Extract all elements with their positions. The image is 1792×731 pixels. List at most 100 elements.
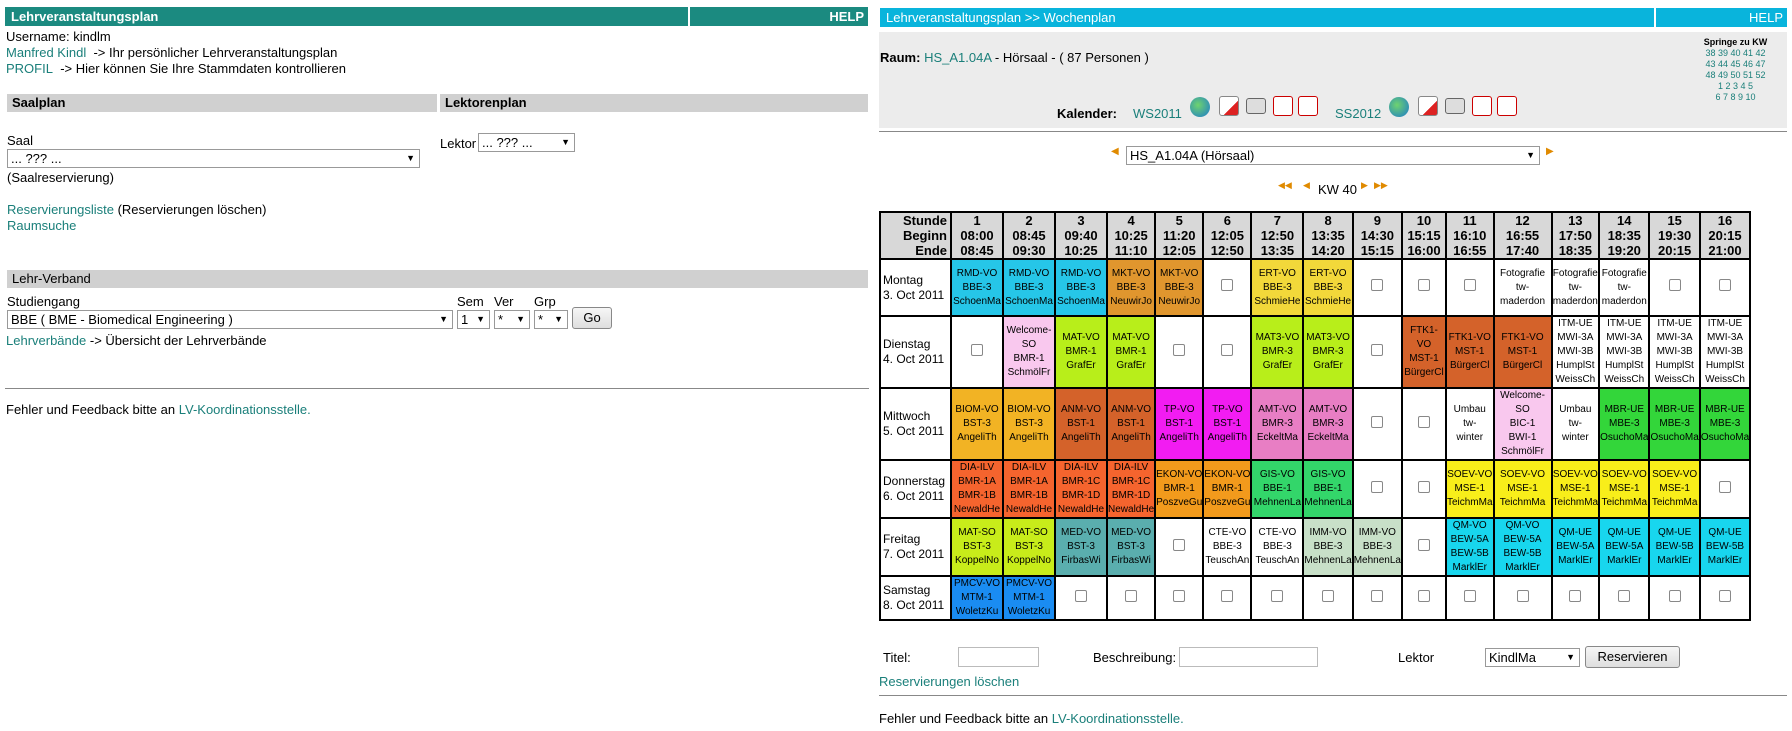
globe-icon[interactable]: [1190, 97, 1210, 117]
lecture-cell[interactable]: QM-UE BEW-5A MarklEr: [1598, 517, 1651, 577]
lektor-select[interactable]: ... ??? ... ▼: [478, 133, 575, 152]
lecture-cell[interactable]: DIA-ILV BMR-1C BMR-1D NewaldHe: [1105, 459, 1157, 519]
lecture-cell[interactable]: DIA-ILV BMR-1C BMR-1D NewaldHe: [1054, 459, 1108, 519]
reservierungen-loeschen-link[interactable]: Reservierungen löschen: [879, 674, 1019, 689]
saal-select[interactable]: ... ??? ... ▼: [7, 149, 420, 168]
feedback-link[interactable]: LV-Koordinationsstelle.: [179, 402, 311, 417]
lecture-cell[interactable]: FTK1-VO MST-1 BürgerCl: [1492, 315, 1553, 389]
lecture-cell[interactable]: FTK1-VO MST-1 BürgerCl: [1444, 315, 1495, 389]
reserve-checkbox[interactable]: [1173, 343, 1186, 356]
reserve-checkbox[interactable]: [1371, 279, 1384, 291]
left-help-button[interactable]: HELP: [690, 7, 868, 26]
lecture-cell[interactable]: Umbau tw-winter: [1444, 387, 1495, 461]
lecture-cell[interactable]: ERT-VO BBE-3 SchmieHe: [1302, 258, 1354, 317]
raum-link[interactable]: HS_A1.04A: [924, 50, 991, 65]
lecture-cell[interactable]: BIOM-VO BST-3 AngeliTh: [1002, 387, 1056, 461]
lecture-cell[interactable]: MAT-SO BST-3 KoppelNo: [950, 517, 1004, 577]
user-link[interactable]: Manfred Kindl: [6, 45, 86, 60]
last-week-icon[interactable]: ▶▶: [1374, 180, 1388, 191]
lecture-cell[interactable]: ITM-UE MWI-3A MWI-3B HumplSt WeissCh: [1598, 315, 1651, 389]
lecture-cell[interactable]: ITM-UE MWI-3A MWI-3B HumplSt WeissCh: [1648, 315, 1701, 389]
reservieren-button[interactable]: Reservieren: [1585, 646, 1680, 668]
reserve-checkbox[interactable]: [1417, 279, 1430, 291]
lecture-cell[interactable]: QM-UE BEW-5B MarklEr: [1648, 517, 1701, 577]
lecture-cell[interactable]: SOEV-VO MSE-1 TeichmMa: [1598, 459, 1651, 519]
right-help-button[interactable]: HELP: [1656, 8, 1787, 27]
lecture-cell[interactable]: MAT3-VO BMR-3 GrafEr: [1250, 315, 1305, 389]
lecture-cell[interactable]: ERT-VO BBE-3 SchmieHe: [1250, 258, 1305, 317]
edit-document-icon[interactable]: [1418, 96, 1438, 116]
reserve-checkbox[interactable]: [1371, 343, 1384, 356]
reserve-checkbox[interactable]: [1516, 589, 1529, 602]
lecture-cell[interactable]: PMCV-VO MTM-1 WoletzKu: [1002, 575, 1056, 621]
room-select[interactable]: HS_A1.04A (Hörsaal) ▼: [1126, 146, 1540, 165]
lecture-cell[interactable]: EKON-VO BMR-1 PoszveGu: [1154, 459, 1205, 519]
reserve-checkbox[interactable]: [1173, 589, 1186, 602]
next-room-arrow-icon[interactable]: ▶: [1546, 146, 1554, 157]
reserve-checkbox[interactable]: [971, 343, 983, 356]
lecture-cell[interactable]: MAT3-VO BMR-3 GrafEr: [1302, 315, 1354, 389]
reserve-checkbox[interactable]: [1417, 480, 1430, 493]
ws2011-link[interactable]: WS2011: [1133, 106, 1182, 121]
reserve-checkbox[interactable]: [1221, 343, 1234, 356]
lecture-cell[interactable]: MAT-VO BMR-1 GrafEr: [1105, 315, 1157, 389]
ver-select[interactable]: * ▼: [494, 310, 530, 329]
lecture-cell[interactable]: ITM-UE MWI-3A MWI-3B HumplSt WeissCh: [1698, 315, 1752, 389]
lecture-cell[interactable]: ANM-VO BST-1 AngeliTh: [1105, 387, 1157, 461]
reserve-checkbox[interactable]: [1463, 589, 1476, 602]
go-button[interactable]: Go: [572, 307, 612, 329]
titel-input[interactable]: [958, 647, 1039, 667]
reserve-checkbox[interactable]: [1221, 589, 1234, 602]
lecture-cell[interactable]: ITM-UE MWI-3A MWI-3B HumplSt WeissCh: [1550, 315, 1601, 389]
edit-document-icon[interactable]: [1219, 96, 1239, 116]
reserve-checkbox[interactable]: [1668, 279, 1681, 291]
lecture-cell[interactable]: TP-VO BST-1 AngeliTh: [1154, 387, 1205, 461]
grp-select[interactable]: * ▼: [534, 310, 568, 329]
ss2012-link[interactable]: SS2012: [1335, 106, 1381, 121]
lecture-cell[interactable]: GIS-VO BBE-1 MehnenLa: [1250, 459, 1305, 519]
studiengang-select[interactable]: BBE ( BME - Biomedical Engineering ) ▼: [7, 310, 453, 329]
lecture-cell[interactable]: IMM-VO BBE-3 MehnenLa: [1351, 517, 1403, 577]
reserve-checkbox[interactable]: [1075, 589, 1087, 602]
reserve-checkbox[interactable]: [1417, 538, 1430, 551]
lecture-cell[interactable]: Fotografie tw-maderdon: [1492, 258, 1553, 317]
first-week-icon[interactable]: ◀◀: [1278, 180, 1292, 191]
calendar-v2-icon[interactable]: [1497, 96, 1517, 116]
lecture-cell[interactable]: SOEV-VO MSE-1 TeichmMa: [1648, 459, 1701, 519]
reserve-checkbox[interactable]: [1719, 589, 1731, 602]
feedback-link[interactable]: LV-Koordinationsstelle.: [1052, 711, 1184, 726]
reserve-checkbox[interactable]: [1173, 538, 1186, 551]
lecture-cell[interactable]: QM-VO BEW-5A BEW-5B MarklEr: [1492, 517, 1553, 577]
lecture-cell[interactable]: AMT-VO BMR-3 EckeltMa: [1302, 387, 1354, 461]
lecture-cell[interactable]: PMCV-VO MTM-1 WoletzKu: [950, 575, 1004, 621]
calendar-v2-icon[interactable]: [1298, 96, 1318, 116]
reserve-checkbox[interactable]: [1322, 589, 1335, 602]
sem-select[interactable]: 1 ▼: [457, 310, 490, 329]
reservierungsliste-link[interactable]: Reservierungsliste: [7, 202, 114, 217]
calendar-v1-icon[interactable]: [1273, 96, 1293, 116]
lecture-cell[interactable]: Welcome-SO BIC-1 BWI-1 SchmölFr: [1492, 387, 1553, 461]
lecture-cell[interactable]: DIA-ILV BMR-1A BMR-1B NewaldHe: [1002, 459, 1056, 519]
prev-week-icon[interactable]: ◀: [1303, 180, 1310, 191]
lecture-cell[interactable]: Fotografie tw-maderdon: [1550, 258, 1601, 317]
reserve-checkbox[interactable]: [1125, 589, 1138, 602]
lecture-cell[interactable]: RMD-VO BBE-3 SchoenMa: [1054, 258, 1108, 317]
lecture-cell[interactable]: Welcome-SO BMR-1 SchmölFr: [1002, 315, 1056, 389]
reserve-checkbox[interactable]: [1618, 589, 1631, 602]
profil-link[interactable]: PROFIL: [6, 61, 53, 76]
globe-icon[interactable]: [1389, 97, 1409, 117]
kw-jump-row[interactable]: 6 7 8 9 10: [1688, 92, 1783, 103]
lecture-cell[interactable]: CTE-VO BBE-3 TeuschAn: [1202, 517, 1253, 577]
reserve-checkbox[interactable]: [1719, 279, 1731, 291]
lecture-cell[interactable]: DIA-ILV BMR-1A BMR-1B NewaldHe: [950, 459, 1004, 519]
lecture-cell[interactable]: Fotografie tw-maderdon: [1598, 258, 1651, 317]
lecture-cell[interactable]: MBR-UE MBE-3 OsuchoMa: [1698, 387, 1752, 461]
kw-jump-row[interactable]: 48 49 50 51 52: [1688, 70, 1783, 81]
lektor-res-select[interactable]: KindlMa ▼: [1485, 648, 1580, 667]
reserve-checkbox[interactable]: [1417, 589, 1430, 602]
lecture-cell[interactable]: MED-VO BST-3 FirbasWi: [1054, 517, 1108, 577]
lecture-cell[interactable]: RMD-VO BBE-3 SchoenMa: [1002, 258, 1056, 317]
kw-jump-row[interactable]: 38 39 40 41 42: [1688, 48, 1783, 59]
printer-icon[interactable]: [1445, 98, 1465, 114]
printer-icon[interactable]: [1246, 98, 1266, 114]
